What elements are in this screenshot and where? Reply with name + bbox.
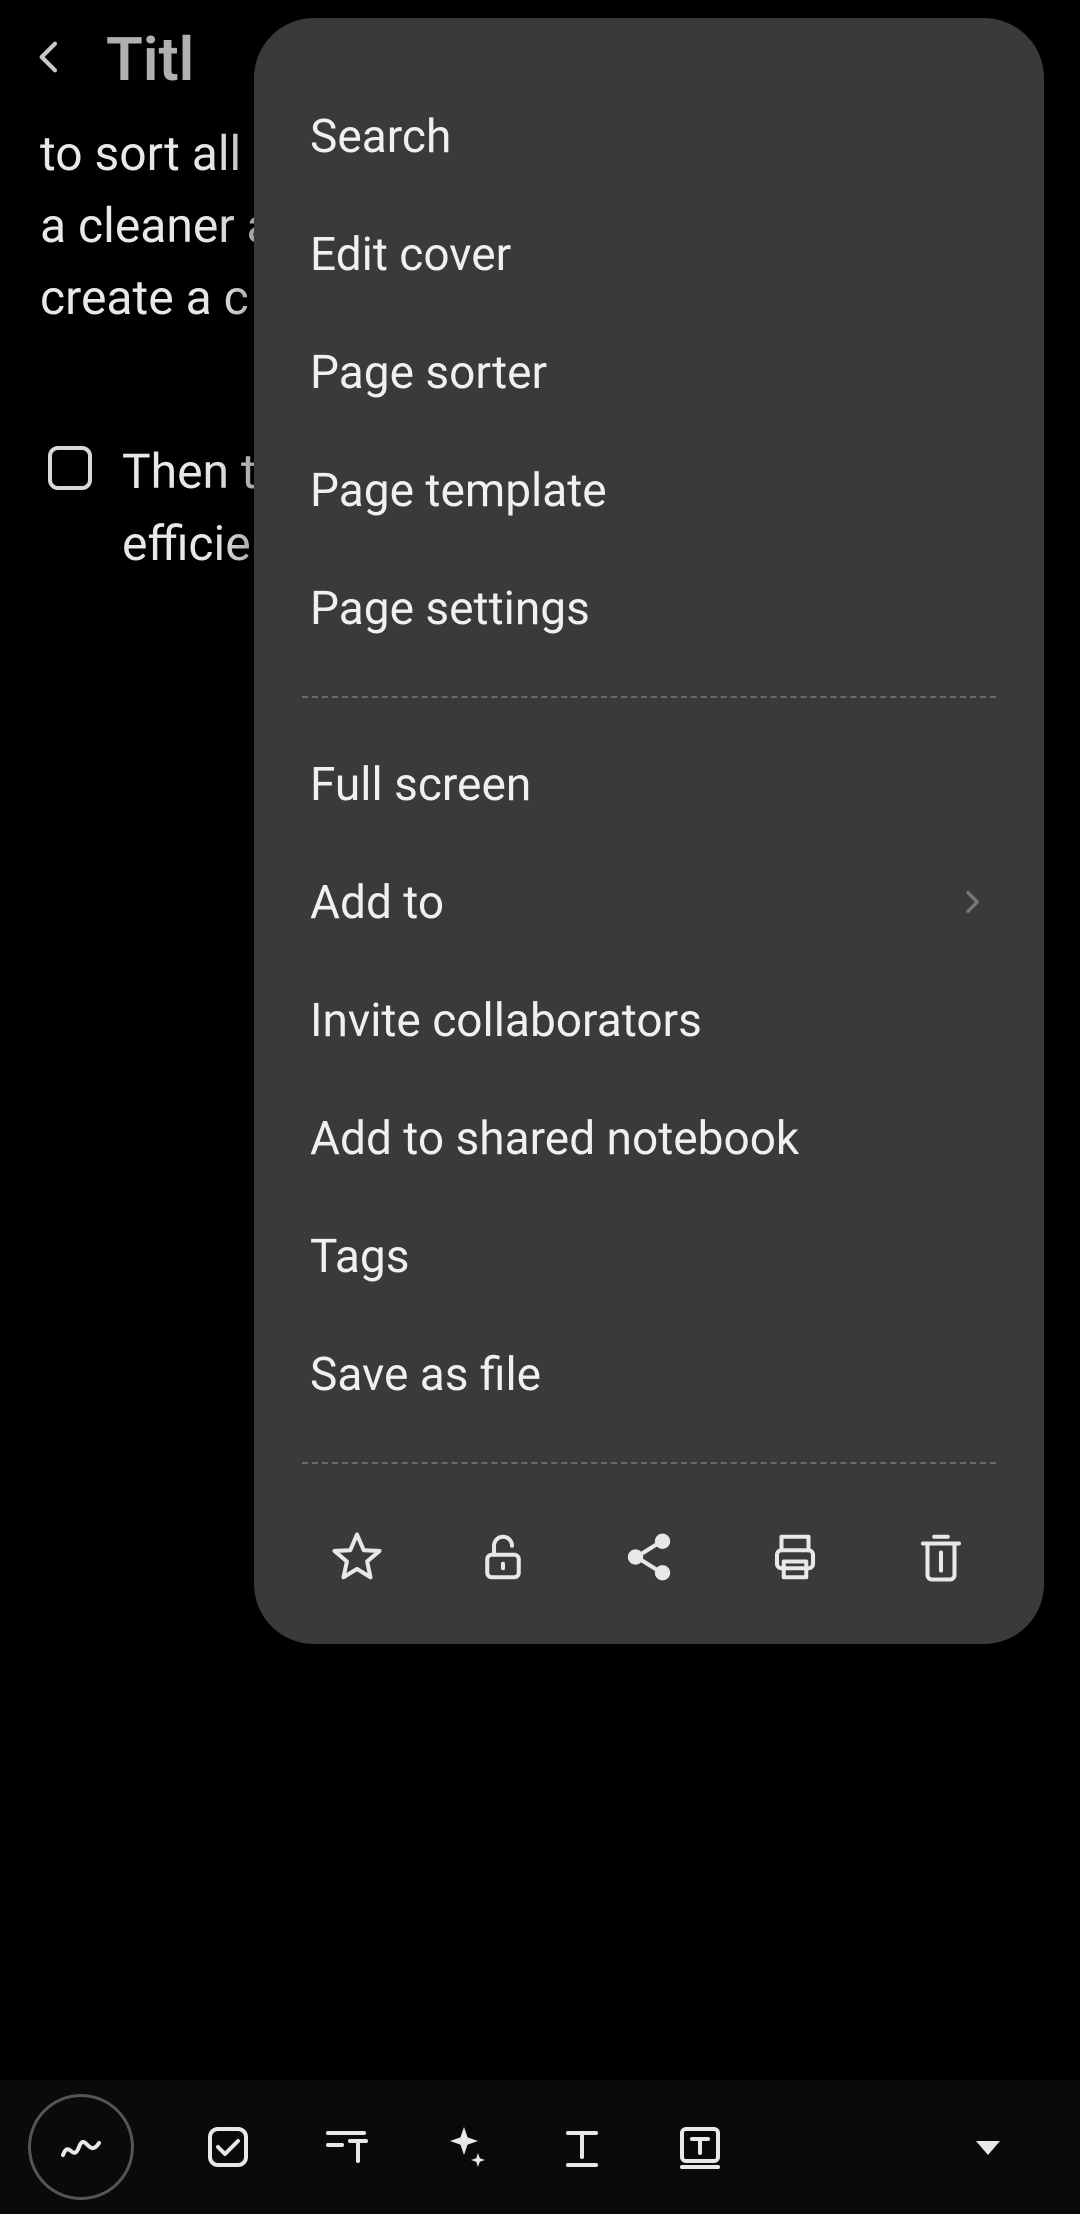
share-icon[interactable] [620, 1528, 678, 1586]
page-title: Titl [106, 24, 194, 95]
print-icon[interactable] [766, 1528, 824, 1586]
dropdown-icon[interactable] [964, 2123, 1012, 2171]
text-box-icon[interactable] [676, 2123, 724, 2171]
bottom-toolbar [0, 2080, 1080, 2214]
sparkle-icon[interactable] [440, 2123, 488, 2171]
menu-item-label: Page settings [310, 582, 590, 636]
menu-item-label: Add to [310, 876, 444, 930]
menu-item-label: Search [310, 110, 451, 164]
scribble-icon[interactable] [28, 2094, 134, 2200]
menu-item-edit-cover[interactable]: Edit cover [254, 196, 1044, 314]
back-button[interactable] [30, 37, 70, 81]
menu-divider [302, 696, 996, 698]
menu-item-save-as-file[interactable]: Save as file [254, 1316, 1044, 1434]
menu-item-add-to[interactable]: Add to [254, 844, 1044, 962]
menu-item-label: Tags [310, 1230, 410, 1284]
menu-item-label: Add to shared notebook [310, 1112, 799, 1166]
menu-item-label: Invite collaborators [310, 994, 702, 1048]
menu-item-page-template[interactable]: Page template [254, 432, 1044, 550]
menu-item-search[interactable]: Search [254, 78, 1044, 196]
menu-item-full-screen[interactable]: Full screen [254, 726, 1044, 844]
menu-divider [302, 1462, 996, 1464]
options-popup: Search Edit cover Page sorter Page template… [254, 18, 1044, 1644]
menu-item-label: Full screen [310, 758, 531, 812]
menu-item-page-sorter[interactable]: Page sorter [254, 314, 1044, 432]
menu-item-label: Save as file [310, 1348, 541, 1402]
text-tool-icon[interactable] [558, 2123, 606, 2171]
menu-item-label: Page template [310, 464, 607, 518]
menu-item-tags[interactable]: Tags [254, 1198, 1044, 1316]
text-format-icon[interactable] [322, 2123, 370, 2171]
action-icon-row [254, 1492, 1044, 1600]
checkbox-unchecked[interactable] [48, 446, 92, 490]
menu-item-add-to-shared-notebook[interactable]: Add to shared notebook [254, 1080, 1044, 1198]
star-icon[interactable] [328, 1528, 386, 1586]
chevron-right-icon [956, 876, 988, 930]
menu-item-page-settings[interactable]: Page settings [254, 550, 1044, 668]
menu-item-label: Page sorter [310, 346, 547, 400]
menu-item-label: Edit cover [310, 228, 511, 282]
menu-item-invite-collaborators[interactable]: Invite collaborators [254, 962, 1044, 1080]
lock-icon[interactable] [474, 1528, 532, 1586]
checkbox-icon[interactable] [204, 2123, 252, 2171]
trash-icon[interactable] [912, 1528, 970, 1586]
